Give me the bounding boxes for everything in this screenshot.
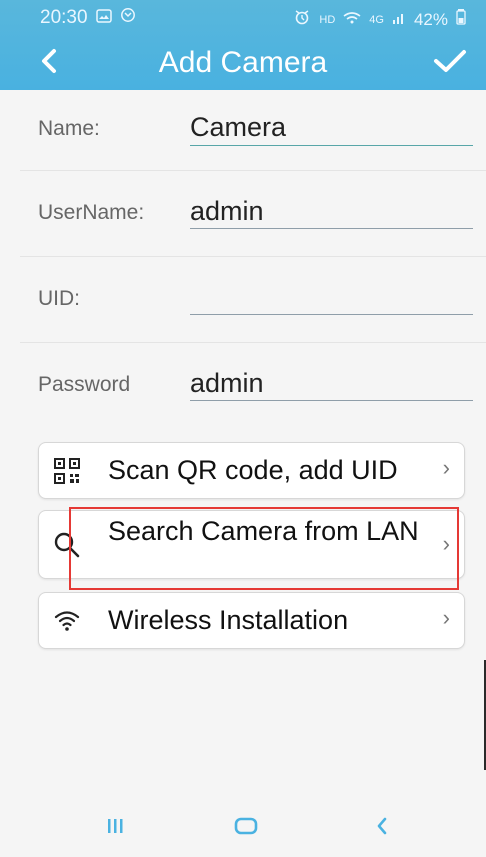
status-bar: 20:30 HD 4G 42% bbox=[0, 0, 486, 34]
status-right: HD 4G 42% bbox=[293, 8, 466, 31]
uid-row: UID: bbox=[0, 260, 486, 346]
scan-qr-label: Scan QR code, add UID bbox=[108, 455, 398, 485]
wifi-icon bbox=[53, 607, 81, 635]
divider bbox=[20, 342, 486, 343]
name-field-underline bbox=[190, 145, 473, 146]
status-left: 20:30 bbox=[40, 7, 136, 29]
status-time: 20:30 bbox=[40, 7, 88, 28]
alarm-icon bbox=[293, 8, 311, 31]
username-field[interactable]: admin bbox=[190, 196, 264, 227]
username-row: UserName: admin bbox=[0, 174, 486, 260]
username-field-underline bbox=[190, 228, 473, 229]
check-icon[interactable] bbox=[432, 46, 468, 76]
name-row: Name: Camera bbox=[0, 90, 486, 176]
uid-label: UID: bbox=[38, 287, 80, 310]
app-header: 20:30 HD 4G 42% Add Camera bbox=[0, 0, 486, 90]
password-field-underline bbox=[190, 400, 473, 401]
wireless-installation-label: Wireless Installation bbox=[108, 605, 349, 635]
wireless-installation-button[interactable]: Wireless Installation › bbox=[38, 592, 465, 649]
qr-code-icon bbox=[53, 457, 81, 485]
recent-apps-icon[interactable] bbox=[104, 815, 126, 844]
username-label: UserName: bbox=[38, 201, 145, 224]
sync-icon bbox=[120, 7, 136, 29]
hd-label: HD bbox=[319, 13, 336, 26]
divider bbox=[20, 170, 486, 171]
page-title: Add Camera bbox=[158, 46, 328, 79]
highlight-box bbox=[69, 507, 459, 590]
battery-percent: 42% bbox=[413, 9, 448, 29]
battery-icon bbox=[456, 9, 466, 30]
bottom-nav bbox=[0, 807, 486, 857]
home-icon[interactable] bbox=[233, 815, 259, 844]
wifi-status-icon bbox=[343, 10, 361, 30]
back-icon[interactable] bbox=[372, 815, 394, 844]
network-label: 4G bbox=[369, 13, 384, 26]
divider bbox=[20, 256, 486, 257]
name-label: Name: bbox=[38, 117, 100, 140]
photo-icon bbox=[95, 7, 112, 29]
signal-icon bbox=[392, 10, 406, 30]
password-row: Password admin bbox=[0, 346, 486, 432]
scan-qr-button[interactable]: Scan QR code, add UID › bbox=[38, 442, 465, 499]
chevron-right-icon: › bbox=[442, 455, 450, 480]
uid-field-underline bbox=[190, 314, 473, 315]
password-label: Password bbox=[38, 373, 131, 396]
chevron-right-icon: › bbox=[442, 605, 450, 630]
name-field[interactable]: Camera bbox=[190, 112, 286, 143]
password-field[interactable]: admin bbox=[190, 368, 264, 399]
title-bar: Add Camera bbox=[0, 38, 486, 90]
